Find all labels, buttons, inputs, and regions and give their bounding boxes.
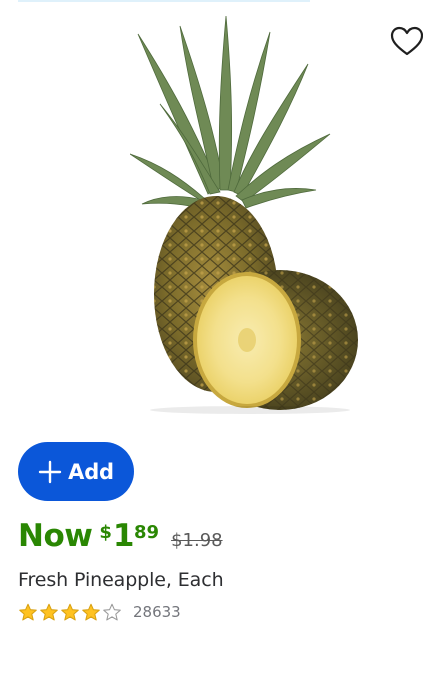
price-dollars: 1 [112,518,135,554]
add-to-cart-button[interactable]: Add [18,442,134,501]
star-rating [18,603,123,621]
price-currency: $ [99,522,112,543]
was-price: $1.98 [171,530,223,551]
product-card[interactable]: Add Now $ 1 89 $1.98 Fresh Pineapple, Ea… [0,0,423,699]
product-image[interactable] [129,14,362,414]
favorite-button[interactable] [390,26,423,58]
star-filled-icon [40,603,58,621]
heart-outline-icon [390,26,423,56]
pineapple-image [129,15,358,414]
star-empty-icon [103,603,121,621]
add-button-label: Add [68,459,114,484]
plus-icon [38,460,62,483]
price-cents: 89 [134,522,160,543]
review-count: 28633 [133,603,181,621]
rating[interactable]: 28633 [18,602,181,622]
star-filled-icon [82,603,100,621]
product-title[interactable]: Fresh Pineapple, Each [18,567,224,593]
price-now-label: Now [18,518,93,554]
star-filled-icon [61,603,79,621]
star-filled-icon [19,603,37,621]
price: Now $ 1 89 $1.98 [18,516,223,556]
top-divider [18,0,310,2]
